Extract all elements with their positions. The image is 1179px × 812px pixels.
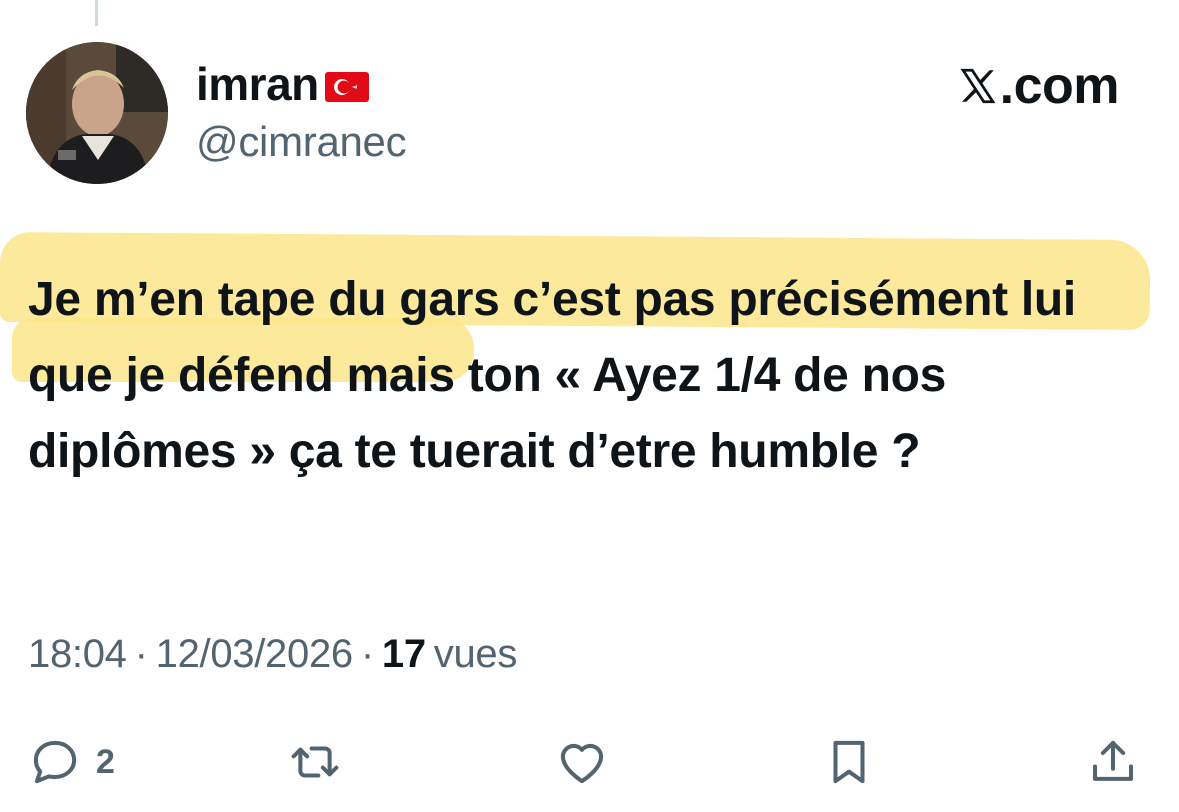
source-watermark: .com	[956, 57, 1120, 115]
source-domain: .com	[999, 57, 1120, 115]
tweet-meta: 18:04 · 12/03/2026 · 17 vues	[28, 632, 517, 677]
repost-icon	[291, 746, 339, 778]
tweet-time[interactable]: 18:04	[28, 632, 127, 677]
meta-separator: ·	[360, 632, 374, 676]
source-domain-label: com	[1013, 57, 1120, 115]
bookmark-button[interactable]	[822, 730, 876, 794]
meta-separator: ·	[134, 632, 148, 676]
avatar[interactable]	[26, 42, 168, 184]
avatar-photo	[26, 42, 168, 184]
like-button[interactable]	[555, 730, 609, 794]
turkey-flag-icon	[324, 72, 369, 102]
reply-icon	[33, 740, 77, 784]
thread-connector-line	[95, 0, 98, 26]
views-label: vues	[433, 632, 518, 676]
heart-icon	[560, 743, 604, 784]
action-bar: 2	[0, 730, 1179, 800]
display-name-row[interactable]: imran	[196, 57, 369, 111]
tweet-text: Je m’en tape du gars c’est pas préciséme…	[28, 273, 1076, 478]
x-logo-icon	[956, 65, 1000, 107]
display-name[interactable]: imran	[196, 57, 319, 111]
share-button[interactable]	[1086, 730, 1140, 794]
views-count: 17	[381, 632, 426, 676]
repost-button[interactable]	[288, 730, 342, 794]
user-handle[interactable]: @cimranec	[196, 118, 407, 166]
reply-count: 2	[96, 742, 115, 781]
share-icon	[1092, 740, 1134, 781]
bookmark-icon	[833, 740, 865, 784]
reply-button[interactable]: 2	[28, 730, 115, 794]
tweet-date[interactable]: 12/03/2026	[156, 632, 354, 677]
